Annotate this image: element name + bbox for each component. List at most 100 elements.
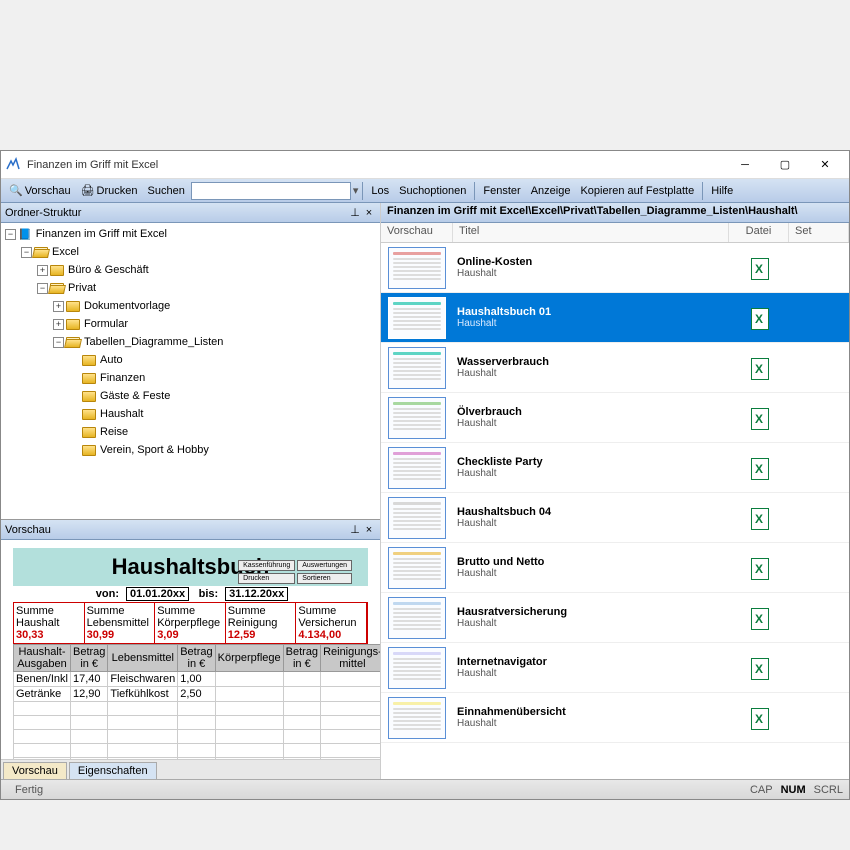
item-title-block: Hausratversicherung Haushalt: [453, 606, 729, 629]
doc-dates: von:01.01.20xx bis:31.12.20xx: [13, 586, 368, 602]
col-datei[interactable]: Datei: [729, 223, 789, 242]
tree-tabellen[interactable]: −Tabellen_Diagramme_Listen: [3, 333, 378, 351]
maximize-button[interactable]: ▢: [765, 152, 805, 178]
vorschau-button[interactable]: 🔍Vorschau: [5, 182, 75, 199]
suchoptionen-button[interactable]: Suchoptionen: [395, 183, 470, 199]
item-subtitle: Haushalt: [457, 568, 725, 579]
close-button[interactable]: ✕: [805, 152, 845, 178]
item-title-block: Online-Kosten Haushalt: [453, 256, 729, 279]
list-item[interactable]: Hausratversicherung Haushalt: [381, 593, 849, 643]
thumbnail: [388, 347, 446, 389]
list-item[interactable]: Ölverbrauch Haushalt: [381, 393, 849, 443]
pin-icon[interactable]: ⊥: [348, 523, 362, 536]
col-vorschau[interactable]: Vorschau: [381, 223, 453, 242]
list-item[interactable]: Wasserverbrauch Haushalt: [381, 343, 849, 393]
list-item[interactable]: Einnahmenübersicht Haushalt: [381, 693, 849, 743]
list-header: Vorschau Titel Datei Set: [381, 223, 849, 243]
los-button[interactable]: Los: [367, 183, 393, 199]
excel-icon: [747, 506, 771, 530]
tab-eigenschaften[interactable]: Eigenschaften: [69, 762, 157, 779]
thumbnail: [388, 597, 446, 639]
drucken-button[interactable]: 🖨Drucken: [77, 182, 142, 199]
item-title: Hausratversicherung: [457, 606, 725, 618]
tree-verein[interactable]: Verein, Sport & Hobby: [3, 441, 378, 459]
excel-icon: [747, 256, 771, 280]
file-list[interactable]: Online-Kosten Haushalt Haushaltsbuch 01 …: [381, 243, 849, 779]
item-title-block: Wasserverbrauch Haushalt: [453, 356, 729, 379]
file-type-icon: [729, 456, 789, 480]
item-title-block: Haushaltsbuch 04 Haushalt: [453, 506, 729, 529]
file-type-icon: [729, 256, 789, 280]
tree-excel[interactable]: −Excel: [3, 243, 378, 261]
excel-icon: [747, 656, 771, 680]
thumbnail: [388, 547, 446, 589]
tree-root[interactable]: −📘Finanzen im Griff mit Excel: [3, 225, 378, 243]
item-subtitle: Haushalt: [457, 618, 725, 629]
search-input[interactable]: [191, 182, 351, 200]
tree-panel-title: Ordner-Struktur: [5, 207, 81, 219]
hilfe-button[interactable]: Hilfe: [707, 183, 737, 199]
toolbar: 🔍Vorschau 🖨Drucken Suchen ▾ Los Suchopti…: [1, 179, 849, 203]
search-dropdown-icon[interactable]: ▾: [353, 184, 359, 197]
minimize-button[interactable]: ─: [725, 152, 765, 178]
thumbnail: [388, 297, 446, 339]
tree-formular[interactable]: +Formular: [3, 315, 378, 333]
tree-buero[interactable]: +Büro & Geschäft: [3, 261, 378, 279]
list-item[interactable]: Internetnavigator Haushalt: [381, 643, 849, 693]
tree-reise[interactable]: Reise: [3, 423, 378, 441]
list-item[interactable]: Brutto und Netto Haushalt: [381, 543, 849, 593]
tree-haushalt[interactable]: Haushalt: [3, 405, 378, 423]
file-type-icon: [729, 306, 789, 330]
col-titel[interactable]: Titel: [453, 223, 729, 242]
close-panel-icon[interactable]: ×: [362, 207, 376, 219]
thumbnail: [388, 697, 446, 739]
pin-icon[interactable]: ⊥: [348, 206, 362, 219]
thumbnail: [388, 447, 446, 489]
list-item[interactable]: Checkliste Party Haushalt: [381, 443, 849, 493]
item-title: Haushaltsbuch 04: [457, 506, 725, 518]
item-title-block: Ölverbrauch Haushalt: [453, 406, 729, 429]
suchen-label: Suchen: [144, 183, 189, 199]
tree-gaeste[interactable]: Gäste & Feste: [3, 387, 378, 405]
document-preview: Haushaltsbuch KassenführungAuswertungen …: [1, 540, 380, 759]
tree-auto[interactable]: Auto: [3, 351, 378, 369]
fenster-button[interactable]: Fenster: [479, 183, 524, 199]
thumbnail: [388, 397, 446, 439]
excel-icon: [747, 356, 771, 380]
breadcrumb-path: Finanzen im Griff mit Excel\Excel\Privat…: [381, 203, 849, 223]
tree-dokumentvorlage[interactable]: +Dokumentvorlage: [3, 297, 378, 315]
status-scrl: SCRL: [814, 784, 843, 796]
file-type-icon: [729, 706, 789, 730]
kopieren-button[interactable]: Kopieren auf Festplatte: [576, 183, 698, 199]
file-type-icon: [729, 656, 789, 680]
item-title-block: Einnahmenübersicht Haushalt: [453, 706, 729, 729]
anzeige-button[interactable]: Anzeige: [527, 183, 575, 199]
list-item[interactable]: Haushaltsbuch 04 Haushalt: [381, 493, 849, 543]
item-subtitle: Haushalt: [457, 468, 725, 479]
tree-finanzen[interactable]: Finanzen: [3, 369, 378, 387]
preview-panel-title: Vorschau: [5, 524, 51, 536]
app-window: Finanzen im Griff mit Excel ─ ▢ ✕ 🔍Vorsc…: [0, 150, 850, 800]
item-subtitle: Haushalt: [457, 518, 725, 529]
col-set[interactable]: Set: [789, 223, 849, 242]
item-title: Haushaltsbuch 01: [457, 306, 725, 318]
close-panel-icon[interactable]: ×: [362, 524, 376, 536]
doc-summary: Summe Haushalt30,33 Summe Lebensmittel30…: [13, 602, 368, 644]
tree-privat[interactable]: −Privat: [3, 279, 378, 297]
folder-tree[interactable]: −📘Finanzen im Griff mit Excel −Excel +Bü…: [1, 223, 380, 519]
tab-vorschau[interactable]: Vorschau: [3, 762, 67, 779]
excel-icon: [747, 306, 771, 330]
item-subtitle: Haushalt: [457, 668, 725, 679]
thumbnail: [388, 497, 446, 539]
item-title: Ölverbrauch: [457, 406, 725, 418]
list-item[interactable]: Haushaltsbuch 01 Haushalt: [381, 293, 849, 343]
excel-icon: [747, 556, 771, 580]
tree-panel-header: Ordner-Struktur ⊥ ×: [1, 203, 380, 223]
item-title: Brutto und Netto: [457, 556, 725, 568]
item-title-block: Haushaltsbuch 01 Haushalt: [453, 306, 729, 329]
list-item[interactable]: Online-Kosten Haushalt: [381, 243, 849, 293]
statusbar: Fertig CAP NUM SCRL: [1, 779, 849, 799]
file-type-icon: [729, 606, 789, 630]
window-title: Finanzen im Griff mit Excel: [27, 159, 725, 171]
thumbnail: [388, 647, 446, 689]
